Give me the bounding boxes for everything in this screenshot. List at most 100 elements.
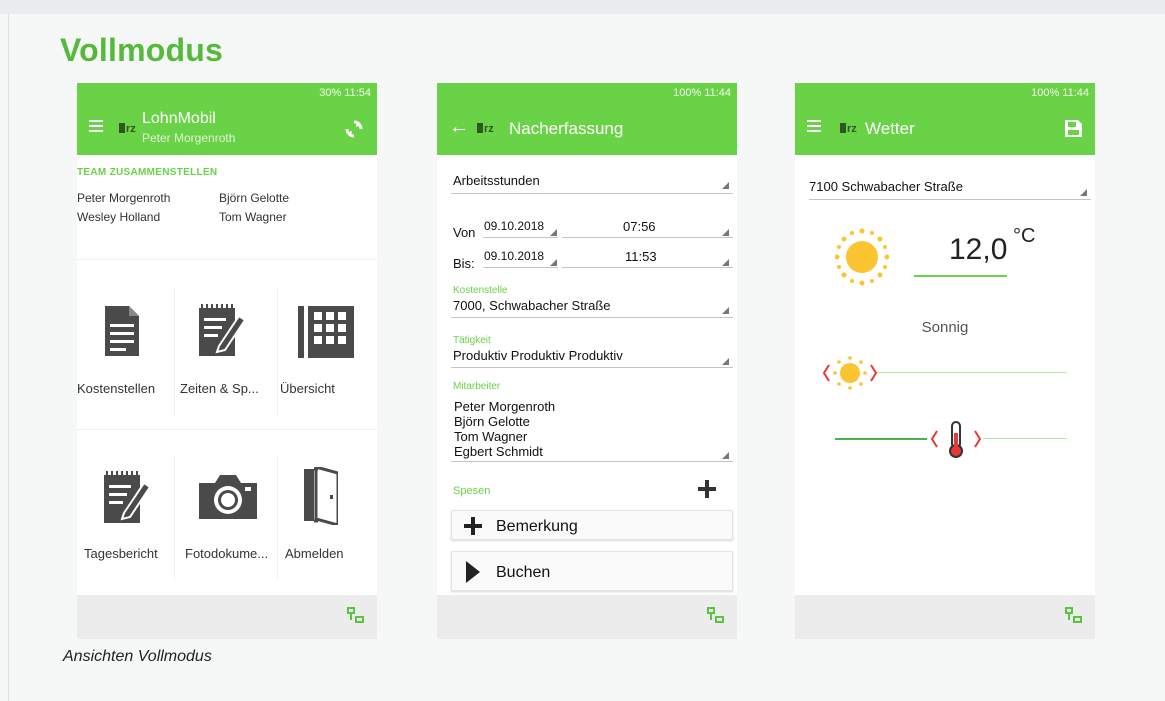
weather-slider-thumb-sun-icon[interactable]	[821, 356, 879, 390]
bemerkung-button[interactable]: Bemerkung	[451, 510, 733, 540]
temperature-underline	[914, 275, 1007, 277]
spesen-label: Spesen	[453, 485, 491, 497]
save-icon[interactable]	[1065, 120, 1082, 137]
temperature-slider-thumb-thermometer-icon[interactable]	[929, 419, 983, 459]
tile-label: Übersicht	[280, 381, 335, 396]
tile-zeiten-spesen[interactable]: Zeiten & Sp...	[175, 288, 277, 416]
von-date[interactable]: 09.10.2018	[484, 219, 544, 233]
tile-label: Tagesbericht	[84, 546, 158, 561]
team-member: Björn Gelotte	[219, 191, 290, 205]
camera-icon	[199, 475, 257, 519]
app-title: LohnMobil	[142, 110, 216, 127]
kostenstelle-value[interactable]: 7000, Schwabacher Straße	[453, 298, 611, 313]
door-exit-icon	[304, 467, 338, 525]
tile-fotodokumentation[interactable]: Fotodokume...	[175, 455, 277, 579]
field-underline	[483, 267, 558, 268]
field-underline	[562, 267, 733, 268]
temperature-slider-track[interactable]	[983, 438, 1067, 439]
app-subtitle: Peter Morgenroth	[142, 131, 236, 145]
add-spesen-icon[interactable]	[698, 480, 716, 498]
dropdown-arrow-icon[interactable]	[722, 259, 729, 266]
tile-label: Zeiten & Sp...	[180, 381, 259, 396]
status-text: 100% 11:44	[1031, 87, 1089, 99]
bis-label: Bis:	[453, 256, 475, 271]
status-text: 30% 11:54	[319, 87, 371, 99]
buchen-button[interactable]: Buchen	[451, 551, 733, 591]
rz-logo-icon: rz	[119, 123, 136, 135]
bottom-bar	[437, 595, 737, 639]
status-bar: 30% 11:54	[77, 83, 377, 104]
field-underline	[809, 199, 1091, 200]
bottom-bar	[77, 595, 377, 639]
tile-uebersicht[interactable]: Übersicht	[278, 288, 377, 416]
dropdown-arrow-icon[interactable]	[722, 452, 729, 459]
dropdown-arrow-icon[interactable]	[722, 358, 729, 365]
hamburger-menu-icon[interactable]	[807, 120, 821, 132]
team-heading[interactable]: TEAM ZUSAMMENSTELLEN	[77, 167, 217, 178]
bottom-bar	[795, 595, 1095, 639]
sun-icon	[835, 228, 889, 286]
tile-abmelden[interactable]: Abmelden	[278, 455, 377, 579]
bis-time[interactable]: 11:53	[625, 249, 657, 264]
field-underline	[562, 237, 733, 238]
app-title: Nacherfassung	[509, 119, 624, 138]
network-icon[interactable]	[347, 607, 365, 625]
top-band	[0, 0, 1165, 14]
tile-label: Fotodokume...	[185, 546, 269, 561]
dropdown-arrow-icon[interactable]	[550, 229, 557, 236]
plus-icon	[464, 517, 482, 535]
weather-description: Sonnig	[921, 319, 969, 336]
taetigkeit-label: Tätigkeit	[453, 335, 491, 346]
field-underline	[451, 367, 733, 368]
sync-icon[interactable]	[345, 120, 363, 138]
field-underline	[451, 317, 733, 318]
dropdown-arrow-icon[interactable]	[722, 307, 729, 314]
rz-logo-icon: rz	[840, 123, 857, 135]
tile-label: Kostenstellen	[77, 381, 156, 396]
tile-kostenstellen[interactable]: Kostenstellen	[77, 288, 174, 416]
field-underline	[483, 237, 558, 238]
rz-logo-icon: rz	[477, 123, 494, 135]
team-member: Peter Morgenroth	[77, 191, 171, 205]
dropdown-arrow-icon[interactable]	[1080, 189, 1087, 196]
grid-table-icon	[298, 306, 354, 358]
dropdown-arrow-icon[interactable]	[722, 229, 729, 236]
von-label: Von	[453, 225, 476, 240]
mitarbeiter-name: Tom Wagner	[454, 429, 528, 444]
figure-caption: Ansichten Vollmodus	[63, 648, 212, 665]
mitarbeiter-name: Peter Morgenroth	[454, 399, 556, 414]
app-bar: rz LohnMobil Peter Morgenroth	[77, 104, 377, 155]
temperature-value[interactable]: 12,0	[949, 233, 1007, 267]
back-arrow-icon[interactable]: ←	[449, 115, 469, 139]
app-bar: rz Wetter	[795, 104, 1095, 155]
team-member: Tom Wagner	[219, 210, 287, 224]
temperature-slider-fill[interactable]	[835, 438, 927, 440]
status-bar: 100% 11:44	[437, 83, 737, 104]
weather-slider-track[interactable]	[875, 372, 1067, 373]
bis-date[interactable]: 09.10.2018	[484, 249, 544, 263]
mitarbeiter-label: Mitarbeiter	[453, 381, 501, 392]
status-text: 100% 11:44	[673, 87, 731, 99]
dropdown-arrow-icon[interactable]	[722, 182, 729, 189]
team-member: Wesley Holland	[77, 210, 161, 224]
phone-screen-lohnmobil: 30% 11:54 rz LohnMobil Peter Morgenroth …	[77, 83, 377, 639]
field-underline	[451, 461, 733, 462]
dropdown-arrow-icon[interactable]	[550, 259, 557, 266]
hamburger-menu-icon[interactable]	[89, 120, 103, 132]
network-icon[interactable]	[1065, 607, 1083, 625]
network-icon[interactable]	[707, 607, 725, 625]
von-time[interactable]: 07:56	[623, 219, 656, 234]
phone-screen-wetter: 100% 11:44 rz Wetter 7100 Schwabacher St…	[795, 83, 1095, 639]
phone-screen-nacherfassung: 100% 11:44 ← rz Nacherfassung Arbeitsstu…	[437, 83, 737, 639]
taetigkeit-value[interactable]: Produktiv Produktiv Produktiv	[453, 348, 623, 363]
status-bar: 100% 11:44	[795, 83, 1095, 104]
page-heading: Vollmodus	[60, 32, 223, 68]
notepad-pencil-icon	[199, 304, 245, 356]
divider	[77, 259, 377, 260]
tile-tagesbericht[interactable]: Tagesbericht	[77, 455, 174, 579]
location-select-value[interactable]: 7100 Schwabacher Straße	[809, 179, 963, 194]
kostenstelle-label: Kostenstelle	[453, 285, 508, 296]
app-bar: ← rz Nacherfassung	[437, 104, 737, 155]
play-icon	[466, 561, 480, 583]
type-select-value[interactable]: Arbeitsstunden	[453, 173, 540, 188]
